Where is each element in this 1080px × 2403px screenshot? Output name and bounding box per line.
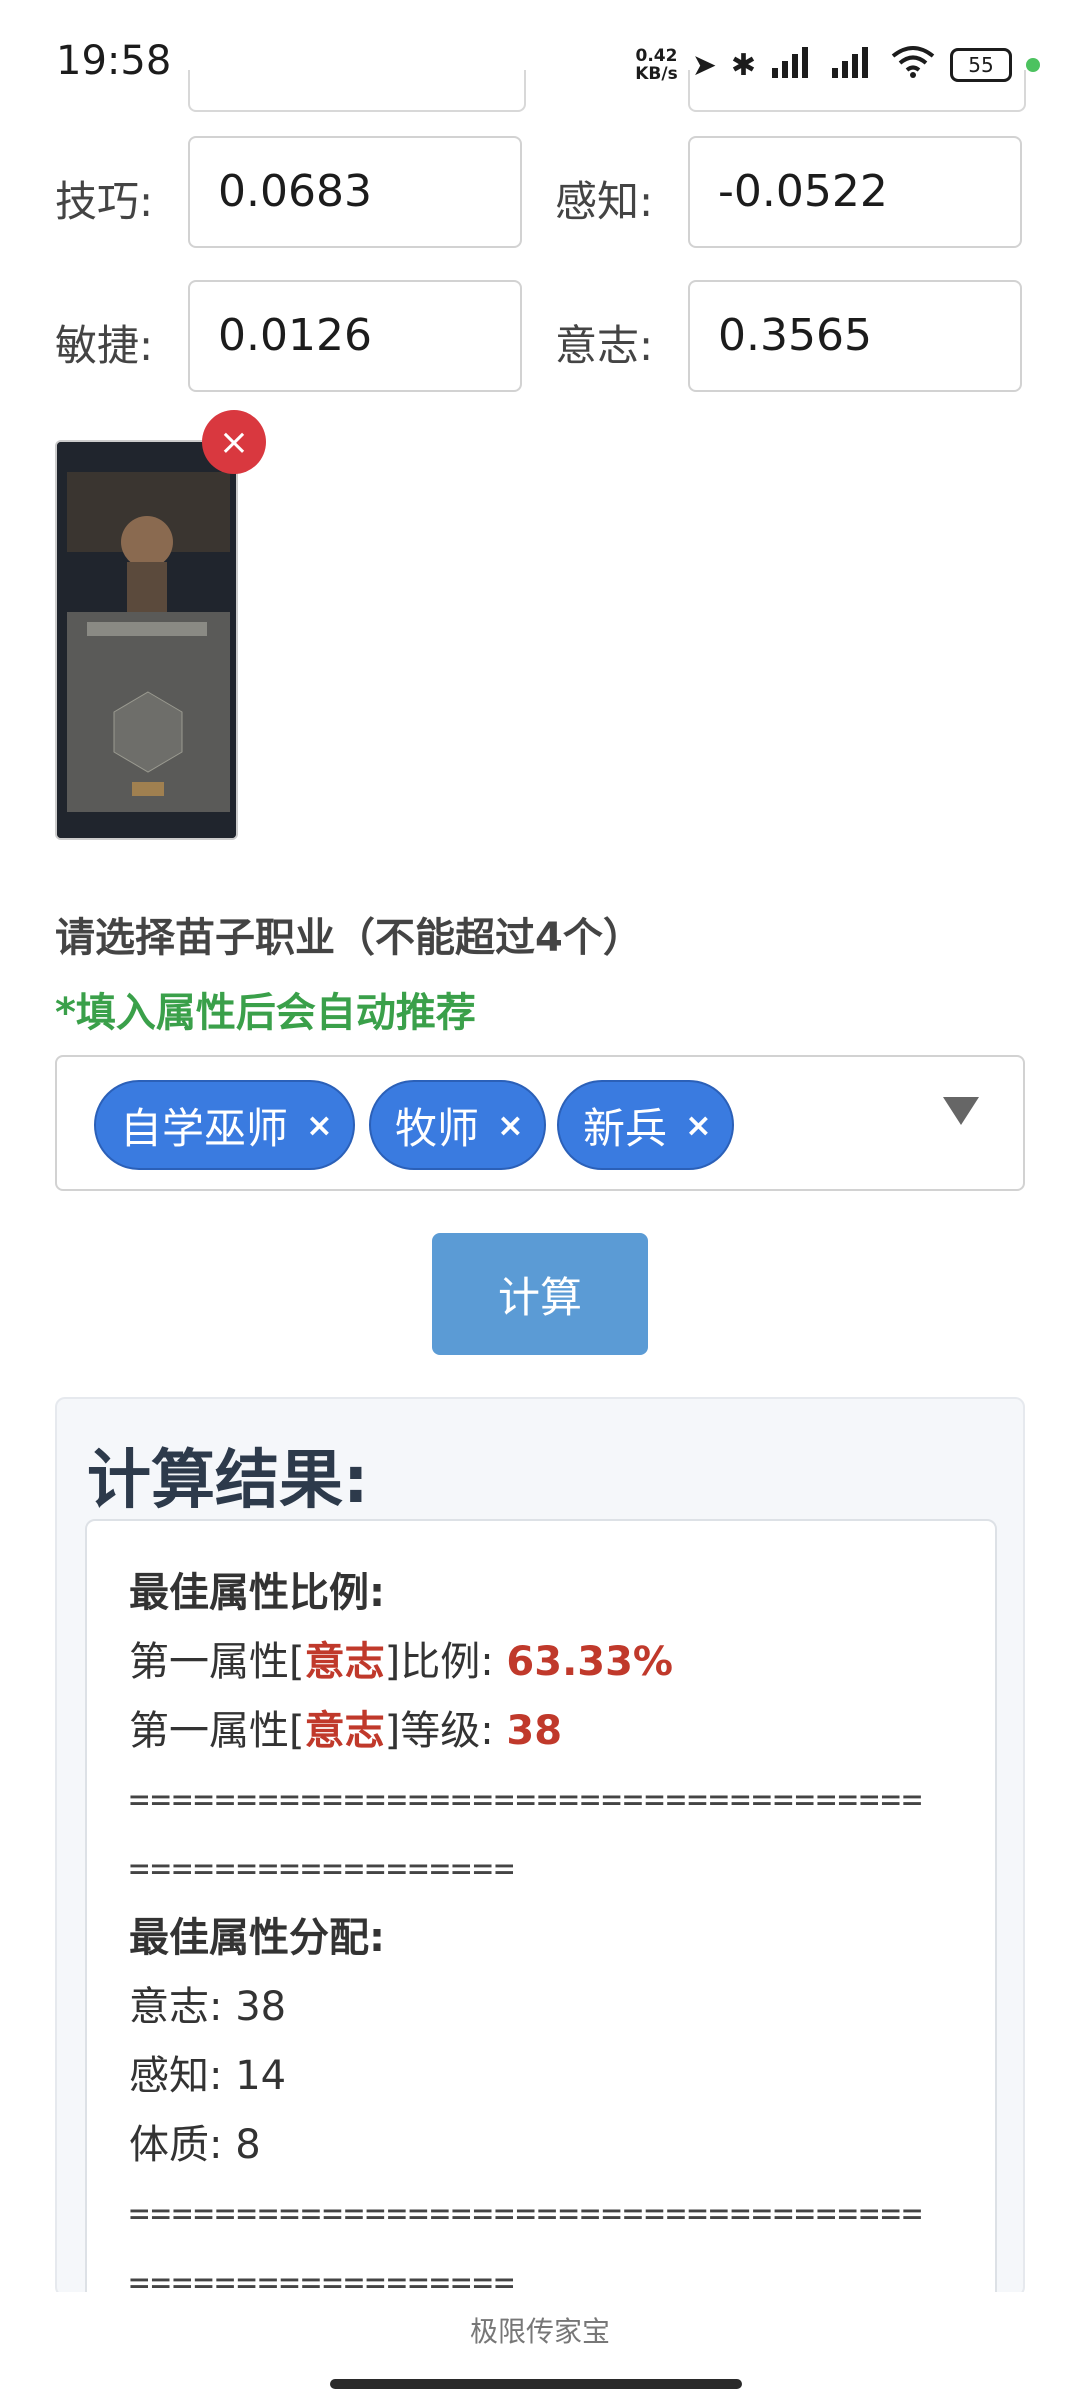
separator: ===================================== <box>129 1780 924 1820</box>
uploaded-screenshot-thumbnail[interactable] <box>55 440 238 840</box>
attr-label-will: 意志: <box>555 321 654 370</box>
attr-label-perception: 感知: <box>555 177 654 226</box>
chip-priest[interactable]: 牧师 × <box>369 1080 546 1170</box>
job-select-hint: *填入属性后会自动推荐 <box>55 990 476 1036</box>
alloc-line-perception: 感知: 14 <box>129 2053 287 2099</box>
chip-recruit[interactable]: 新兵 × <box>557 1080 734 1170</box>
attr-input-perception[interactable]: -0.0522 <box>688 136 1022 248</box>
attr-input-will[interactable]: 0.3565 <box>688 280 1022 392</box>
network-speed: 0.42 KB/s <box>635 46 678 84</box>
home-indicator[interactable] <box>330 2379 742 2389</box>
dropdown-arrow-icon[interactable] <box>943 1097 979 1125</box>
chip-remove-icon[interactable]: × <box>306 1106 333 1144</box>
attr-label-agility: 敏捷: <box>55 321 154 370</box>
partial-input-right[interactable] <box>688 70 1026 112</box>
job-select-title: 请选择苗子职业（不能超过4个） <box>55 915 643 961</box>
attr-input-agility[interactable]: 0.0126 <box>188 280 522 392</box>
separator: ================== <box>129 2263 516 2297</box>
status-time: 19:58 <box>56 38 172 84</box>
app-footer: 极限传家宝 <box>0 2292 1080 2403</box>
chip-self-taught-wizard[interactable]: 自学巫师 × <box>94 1080 355 1170</box>
chip-remove-icon[interactable]: × <box>497 1106 524 1144</box>
alloc-line-will: 意志: 38 <box>129 1984 287 2030</box>
footer-app-name: 极限传家宝 <box>469 2315 610 2348</box>
partial-input-left[interactable] <box>188 70 526 112</box>
first-attr-level-line: 第一属性[意志]等级: 38 <box>129 1708 563 1754</box>
best-alloc-heading: 最佳属性分配: <box>129 1915 385 1961</box>
results-card: 计算结果: 最佳属性比例: 第一属性[意志]比例: 63.33% 第一属性[意志… <box>55 1397 1025 2297</box>
job-multiselect[interactable]: 自学巫师 × 牧师 × 新兵 × <box>55 1055 1025 1191</box>
alloc-line-constitution: 体质: 8 <box>129 2122 261 2168</box>
results-content: 最佳属性比例: 第一属性[意志]比例: 63.33% 第一属性[意志]等级: 3… <box>85 1519 997 2297</box>
attr-label-skill: 技巧: <box>55 177 154 226</box>
remove-thumbnail-button[interactable]: × <box>202 410 266 474</box>
first-attr-ratio-line: 第一属性[意志]比例: 63.33% <box>129 1639 674 1685</box>
attr-input-skill[interactable]: 0.0683 <box>188 136 522 248</box>
chip-remove-icon[interactable]: × <box>685 1106 712 1144</box>
best-ratio-heading: 最佳属性比例: <box>129 1570 385 1616</box>
calculate-button[interactable]: 计算 <box>432 1233 648 1355</box>
privacy-indicator-dot <box>1026 58 1040 72</box>
separator: ===================================== <box>129 2194 924 2234</box>
separator: ================== <box>129 1849 516 1889</box>
results-title: 计算结果: <box>87 1444 369 1518</box>
